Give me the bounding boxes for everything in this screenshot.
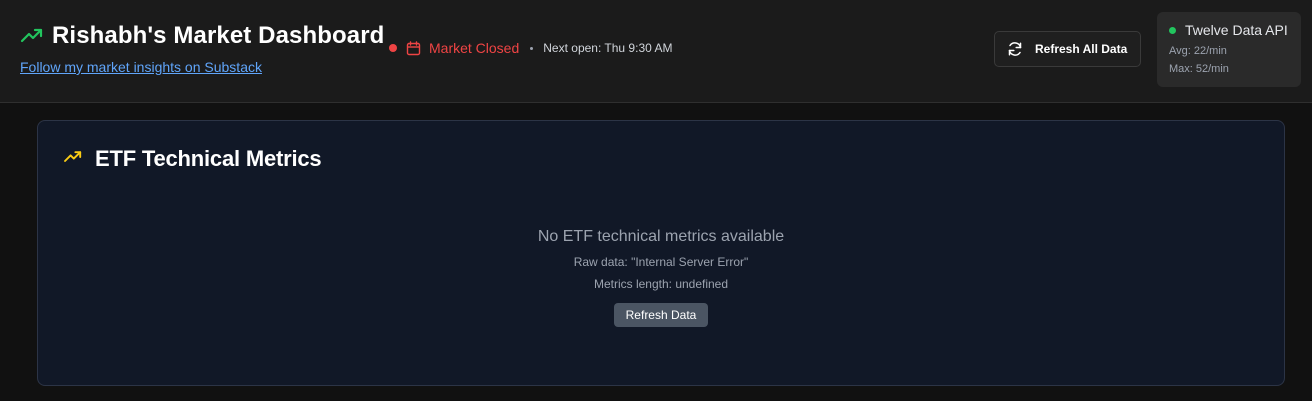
next-open-label: Next open: Thu 9:30 AM bbox=[543, 41, 673, 55]
header-bar: Rishabh's Market Dashboard Market Closed… bbox=[0, 0, 1312, 103]
refresh-all-button[interactable]: Refresh All Data bbox=[994, 31, 1141, 67]
api-status-panel: Twelve Data API Avg: 22/min Max: 52/min bbox=[1157, 12, 1301, 87]
api-max-rate: Max: 52/min bbox=[1169, 63, 1229, 75]
api-name-row: Twelve Data API bbox=[1169, 22, 1289, 38]
trending-up-icon bbox=[63, 149, 87, 169]
refresh-all-label: Refresh All Data bbox=[1035, 42, 1128, 56]
metrics-length-text: Metrics length: undefined bbox=[593, 277, 729, 291]
api-name: Twelve Data API bbox=[1185, 22, 1288, 38]
trending-up-icon bbox=[20, 26, 44, 46]
refresh-icon bbox=[1007, 41, 1023, 57]
raw-data-text: Raw data: "Internal Server Error" bbox=[573, 255, 749, 269]
empty-state: No ETF technical metrics available Raw d… bbox=[38, 228, 1284, 327]
market-status: Market Closed Next open: Thu 9:30 AM bbox=[389, 38, 672, 58]
market-closed-label: Market Closed bbox=[429, 40, 520, 56]
refresh-data-button[interactable]: Refresh Data bbox=[613, 303, 709, 327]
card-title: ETF Technical Metrics bbox=[95, 146, 322, 171]
status-dot bbox=[389, 44, 397, 52]
api-status-dot bbox=[1169, 26, 1176, 34]
api-avg-rate: Avg: 22/min bbox=[1169, 45, 1227, 57]
calendar-icon bbox=[406, 40, 421, 56]
title-row: Rishabh's Market Dashboard bbox=[20, 22, 384, 50]
separator-dot bbox=[530, 46, 534, 50]
substack-link[interactable]: Follow my market insights on Substack bbox=[20, 59, 262, 75]
page-title: Rishabh's Market Dashboard bbox=[52, 22, 385, 49]
etf-metrics-card: ETF Technical Metrics No ETF technical m… bbox=[37, 120, 1285, 386]
card-title-row: ETF Technical Metrics bbox=[63, 146, 322, 172]
empty-state-title: No ETF technical metrics available bbox=[537, 228, 785, 245]
